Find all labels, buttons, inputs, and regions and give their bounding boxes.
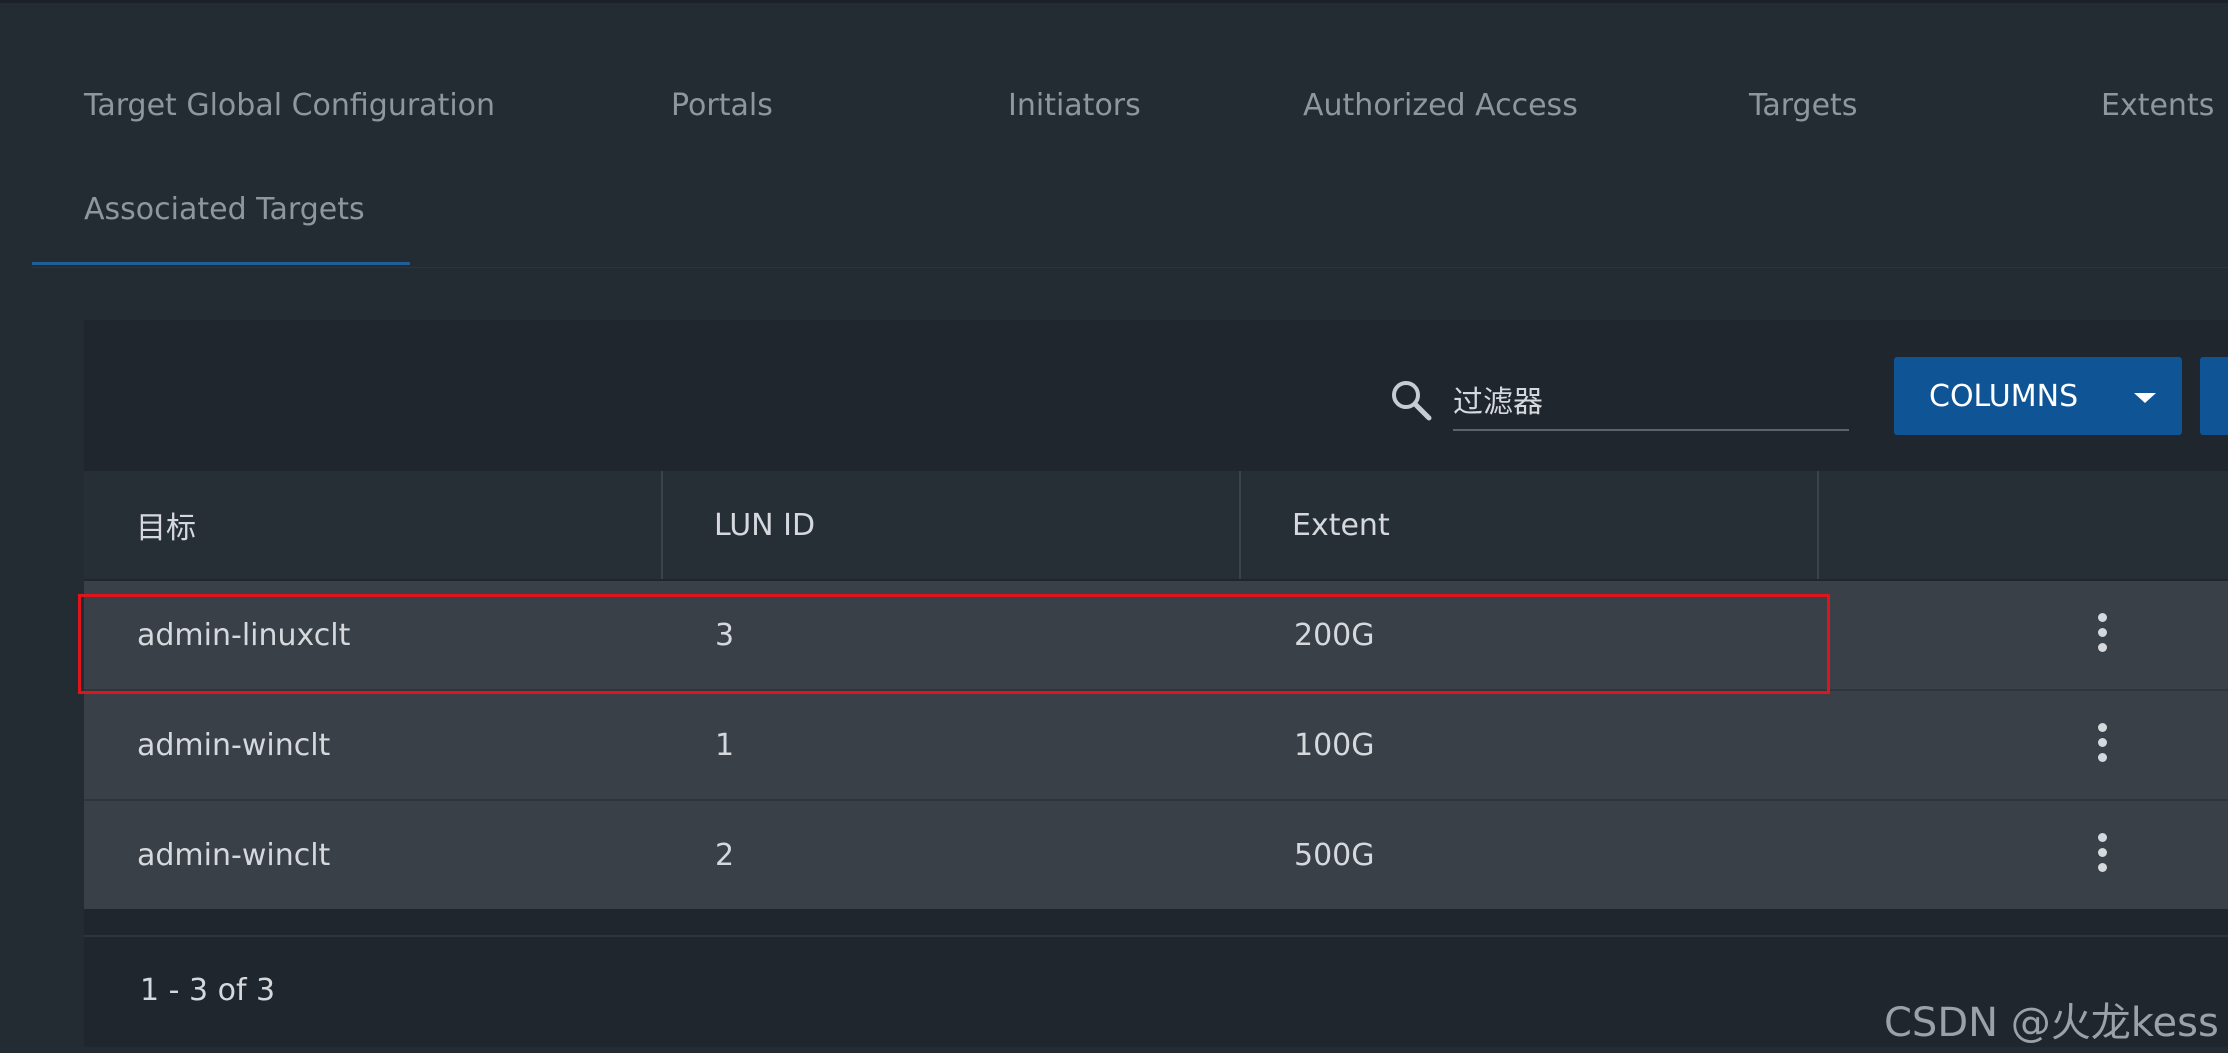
associated-targets-card: COLUMNS 目标 LUN ID Extent admin-linuxclt …	[84, 320, 2228, 1047]
cell-extent: 500G	[1294, 837, 1375, 873]
tab-initiators[interactable]: Initiators	[1008, 88, 1141, 123]
tab-target-global-configuration[interactable]: Target Global Configuration	[84, 88, 495, 123]
kebab-menu-icon[interactable]	[2095, 723, 2109, 767]
tab-authorized-access[interactable]: Authorized Access	[1303, 88, 1578, 123]
cell-lun-id: 3	[715, 617, 735, 653]
tab-extents[interactable]: Extents	[2101, 88, 2214, 123]
cell-lun-id: 2	[715, 837, 735, 873]
tabs-divider	[32, 267, 2228, 268]
tab-portals[interactable]: Portals	[671, 88, 773, 123]
cell-target: admin-linuxclt	[137, 617, 351, 653]
columns-button-label: COLUMNS	[1929, 378, 2079, 414]
top-strip	[0, 0, 2228, 3]
kebab-menu-icon[interactable]	[2095, 613, 2109, 657]
column-separator[interactable]	[1817, 471, 1819, 579]
pagination-count: 1 - 3 of 3	[140, 973, 276, 1008]
tab-associated-targets[interactable]: Associated Targets	[84, 192, 365, 227]
column-separator[interactable]	[1239, 471, 1241, 579]
table-toolbar: COLUMNS	[84, 320, 2228, 470]
column-header-extent[interactable]: Extent	[1240, 471, 1818, 579]
add-button[interactable]	[2200, 357, 2228, 435]
cell-target: admin-winclt	[137, 727, 331, 763]
column-header-lun-id[interactable]: LUN ID	[662, 471, 1240, 579]
caret-down-icon	[2134, 393, 2156, 403]
column-header-target[interactable]: 目标	[84, 471, 662, 579]
cell-target: admin-winclt	[137, 837, 331, 873]
active-tab-indicator	[32, 262, 410, 265]
table-row[interactable]: admin-winclt 2 500G	[84, 801, 2228, 909]
column-header-actions	[1818, 471, 2228, 579]
columns-button[interactable]: COLUMNS	[1894, 357, 2182, 435]
filter-input[interactable]	[1453, 375, 1849, 431]
table-header: 目标 LUN ID Extent	[84, 471, 2228, 579]
page: Target Global Configuration Portals Init…	[0, 0, 2228, 1053]
table-row[interactable]: admin-linuxclt 3 200G	[84, 581, 2228, 689]
column-separator[interactable]	[661, 471, 663, 579]
cell-lun-id: 1	[715, 727, 735, 763]
cell-extent: 100G	[1294, 727, 1375, 763]
table-row[interactable]: admin-winclt 1 100G	[84, 691, 2228, 799]
tab-targets[interactable]: Targets	[1749, 88, 1857, 123]
cell-extent: 200G	[1294, 617, 1375, 653]
kebab-menu-icon[interactable]	[2095, 833, 2109, 877]
watermark: CSDN @火龙kess	[1884, 1000, 2219, 1046]
search-icon	[1392, 381, 1432, 421]
